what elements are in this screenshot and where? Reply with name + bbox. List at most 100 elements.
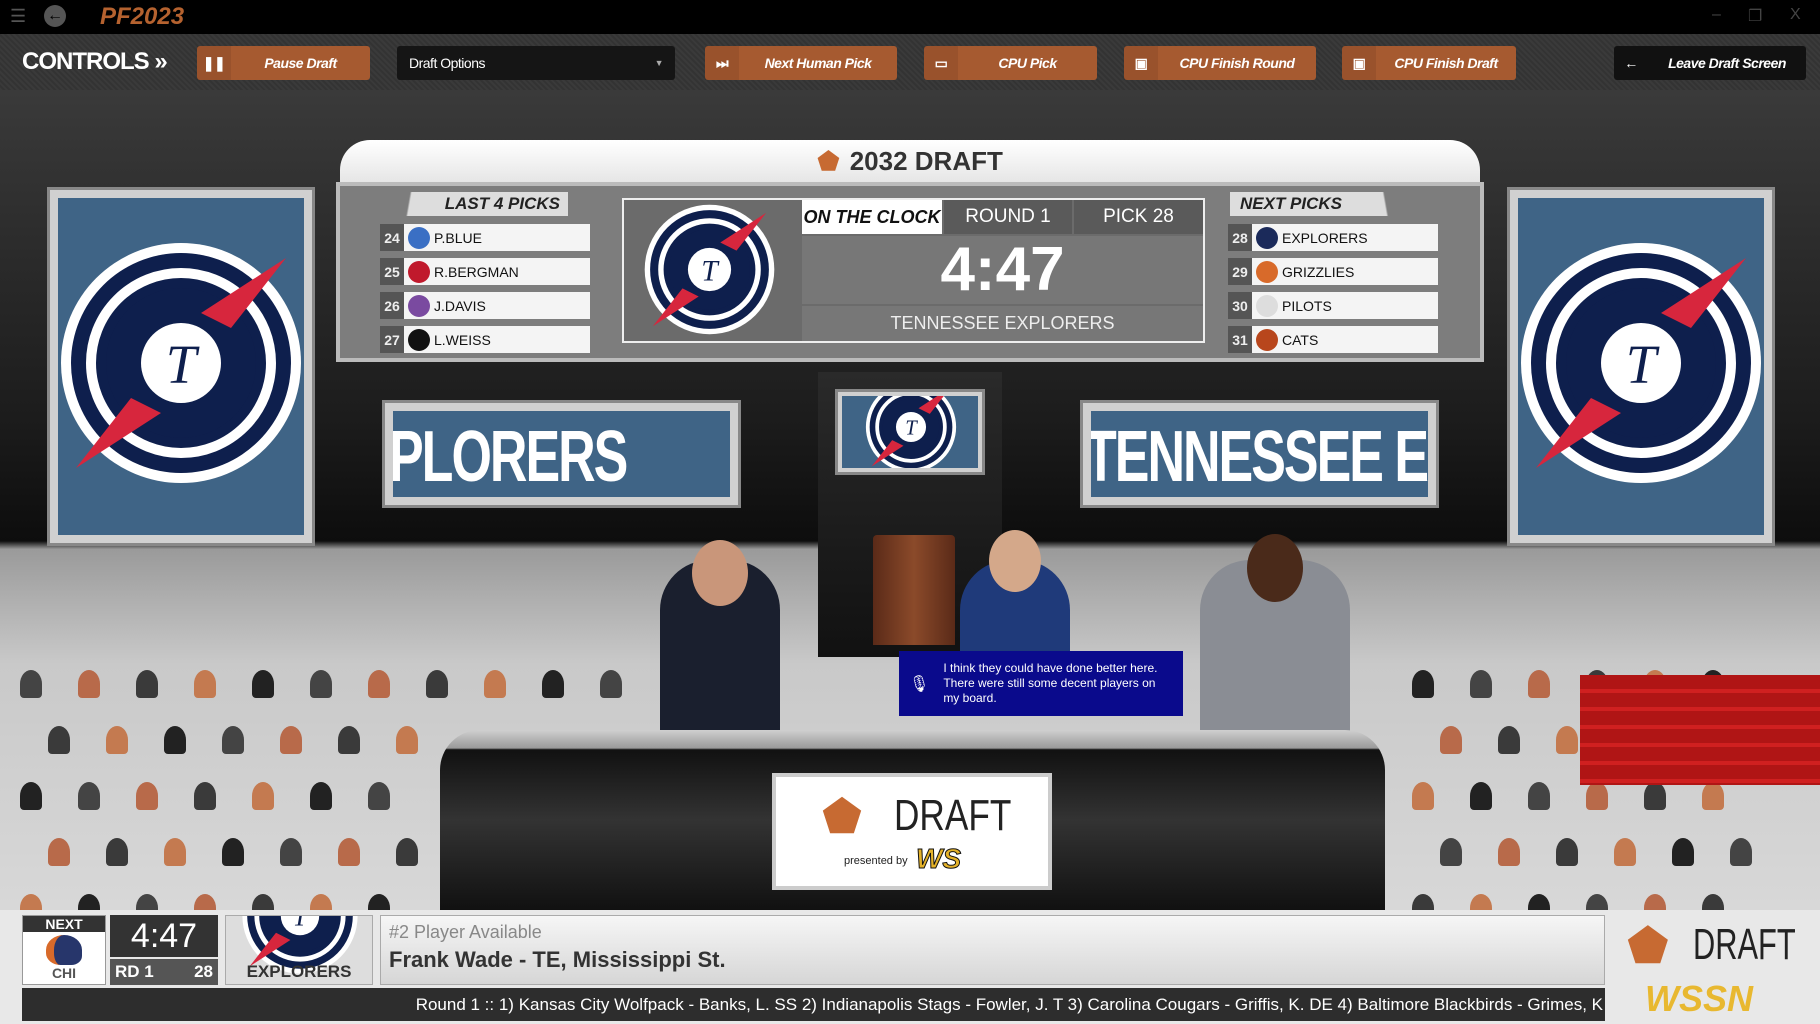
pick-name: J.DAVIS [434,297,486,314]
crowd-person [136,782,158,810]
app-logo: PF2023 [100,3,185,30]
board-title: 2032 DRAFT [849,145,1003,176]
pick-team: PILOTS [1252,292,1438,319]
back-icon[interactable]: ← [44,5,66,27]
pick-number: 26 [380,292,404,319]
crowd-person [164,838,186,866]
pick-number: 30 [1228,292,1252,319]
team-logo-icon [408,226,430,249]
cpu-finish-round-button[interactable]: ▣ CPU Finish Round [1124,46,1316,80]
pick-row: 29 GRIZZLIES [1228,258,1438,285]
pick-name: EXPLORERS [1282,229,1368,246]
ticker-text: Round 1 :: 1) Kansas City Wolfpack - Ban… [22,988,1605,1021]
pick-team: P.BLUE [404,224,590,251]
controls-bar: CONTROLS » ❚❚ Pause Draft Draft Options ▼ … [0,34,1820,90]
leave-draft-screen-button[interactable]: ← Leave Draft Screen [1614,46,1806,80]
crowd-person [1440,838,1462,866]
helmet-icon [46,935,82,965]
pick-name: P.BLUE [434,229,482,246]
round-pick: RD 1 28 [110,959,218,985]
pick-row: 27 L.WEISS [380,326,590,353]
team-on-clock: TENNESSEE EXPLORERS [802,306,1203,341]
podium [873,535,955,645]
pick-name: L.WEISS [434,331,491,348]
left-team-banner [47,187,315,546]
team-logo-icon [1256,294,1278,317]
pick-row: 28 EXPLORERS [1228,224,1438,251]
crowd-person [1412,670,1434,698]
menu-icon[interactable]: ☰ [10,6,26,27]
team-logo-icon [1256,226,1278,249]
minimize-button[interactable]: – [1712,6,1721,24]
on-the-clock-label: ON THE CLOCK [802,200,942,234]
crowd-person [310,670,332,698]
arrow-left-icon: ← [1624,55,1638,71]
crowd-person [48,838,70,866]
pick-number: 27 [380,326,404,353]
pause-icon: ❚❚ [197,46,231,80]
crowd-person [396,838,418,866]
logo-network-text: WSSN [1645,978,1753,1019]
team-box: EXPLORERS [225,915,373,985]
team-logo [864,392,958,472]
analyst-desk: ⬟ DRAFT presented by WS [440,730,1385,910]
shield-icon: ⬟ [1627,920,1669,973]
shield-icon: ⬟ [817,145,840,176]
team-logo [1516,238,1766,488]
crowd-person [1498,838,1520,866]
crowd-person [106,838,128,866]
next-label: NEXT [23,916,105,932]
shield-icon: ⬟ [822,790,862,842]
player-name: Frank Wade - TE, Mississippi St. [389,947,726,972]
team-logo-icon [408,294,430,317]
next-team-abbr: CHI [51,965,77,981]
crowd-person [1498,726,1520,754]
crowd-person [396,726,418,754]
pick-team: L.WEISS [404,326,590,353]
crowd-person [252,670,274,698]
cpu-finish-draft-button[interactable]: ▣ CPU Finish Draft [1342,46,1516,80]
crowd-person [20,670,42,698]
crowd-person [484,670,506,698]
crowd-person [78,670,100,698]
right-team-banner [1507,187,1775,546]
crowd-person [1556,838,1578,866]
desk-draft-text: DRAFT [894,791,1012,840]
close-button[interactable]: X [1790,6,1801,24]
crowd-person [194,782,216,810]
microphone-icon: 🎙 [909,675,930,693]
controls-label: CONTROLS » [22,48,168,75]
pick-label: PICK 28 [1074,200,1203,234]
pick-name: PILOTS [1282,297,1332,314]
pick-name: CATS [1282,331,1319,348]
team-name-banner-left: PLORERS [382,400,741,508]
computer-icon: ▣ [1124,46,1158,80]
cpu-pick-button[interactable]: ▭ CPU Pick [924,46,1097,80]
crowd-person [1556,726,1578,754]
crowd-person [1440,726,1462,754]
pick-team: J.DAVIS [404,292,590,319]
pick-number: 29 [1228,258,1252,285]
pause-draft-button[interactable]: ❚❚ Pause Draft [197,46,370,80]
next-picks-label: NEXT PICKS [1230,192,1410,216]
crowd-person [20,782,42,810]
crowd-person [1614,838,1636,866]
pick-name: R.BERGMAN [434,263,519,280]
pick-number: 31 [1228,326,1252,353]
restore-button[interactable]: ❐ [1748,6,1762,26]
banner-text: PLORERS [389,416,628,498]
next-human-pick-button[interactable]: ⏭ Next Human Pick [705,46,897,80]
analyst-right [1200,534,1350,740]
team-logo-icon [408,260,430,283]
crowd-person [338,726,360,754]
bottom-ticker-bar: NEXT CHI 4:47 RD 1 28 EXPLORERS #2 Player… [0,910,1820,1024]
chevrons-icon: » [154,48,167,75]
team-logo-icon [408,328,430,351]
crowd-person [280,838,302,866]
speech-text: I think they could have done better here… [943,661,1158,705]
crowd-person [368,670,390,698]
draft-options-dropdown[interactable]: Draft Options ▼ [397,46,675,80]
pick-team: CATS [1252,326,1438,353]
crowd-person [338,838,360,866]
pick-row: 24 P.BLUE [380,224,590,251]
